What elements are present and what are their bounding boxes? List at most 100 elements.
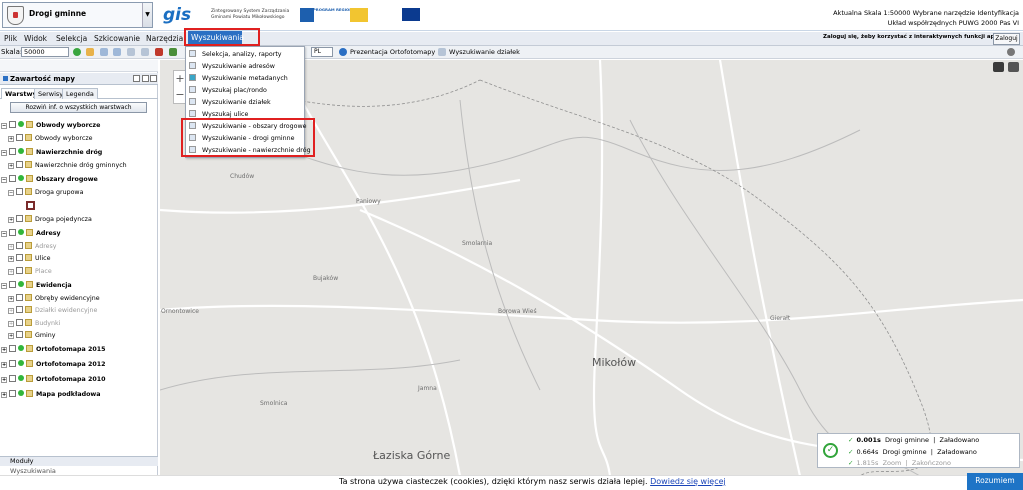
bookmark-icon[interactable] bbox=[155, 48, 163, 56]
layer-label: Ortofotomapa 2015 bbox=[36, 346, 106, 353]
status-row: ✓ 1.815s Zoom | Zakończono bbox=[848, 459, 951, 467]
load-status-panel: ✓ ✓ 0.001s Drogi gminne | Załadowano ✓ 0.6… bbox=[817, 433, 1020, 468]
search-map-icon[interactable] bbox=[1008, 62, 1019, 72]
expand-all-button[interactable]: Rozwiń inf. o wszystkich warstwach bbox=[10, 102, 147, 113]
previous-extent-icon[interactable] bbox=[141, 48, 149, 56]
cookie-accept-button[interactable]: Rozumiem bbox=[967, 473, 1023, 490]
layer-label: Droga pojedyncza bbox=[35, 216, 92, 223]
layer-label: Place bbox=[35, 268, 52, 275]
panel-strip bbox=[0, 60, 158, 72]
layer-icon bbox=[25, 242, 32, 249]
layer-icon bbox=[25, 306, 32, 313]
layer-addresses[interactable]: + Adresy bbox=[8, 242, 57, 252]
minimize-icon[interactable] bbox=[142, 75, 149, 82]
layer-label: Działki ewidencyjne bbox=[35, 307, 98, 314]
chevron-down-icon[interactable]: ▼ bbox=[142, 3, 152, 27]
settings-icon[interactable] bbox=[1007, 48, 1015, 56]
layer-icon bbox=[25, 319, 32, 326]
layer-icon[interactable] bbox=[169, 48, 177, 56]
parcel-search-button[interactable]: Wyszukiwanie działek bbox=[449, 48, 520, 56]
layer-single-road[interactable]: + Droga pojedyncza bbox=[8, 215, 92, 225]
layer-ortho-2015[interactable]: + Ortofotomapa 2015 bbox=[1, 345, 105, 355]
status-time: 0.664s bbox=[856, 448, 879, 456]
cookie-message: Ta strona używa ciasteczek (cookies), dz… bbox=[339, 477, 726, 486]
zoom-in-icon[interactable] bbox=[100, 48, 108, 56]
layer-ortho-2012[interactable]: + Ortofotomapa 2012 bbox=[1, 360, 105, 370]
dropdown-item-parcels[interactable]: Wyszukiwanie działek bbox=[189, 98, 271, 108]
layer-label: Nawierzchnie dróg bbox=[36, 149, 103, 156]
layer-ortho-2010[interactable]: + Ortofotomapa 2010 bbox=[1, 375, 105, 385]
dropdown-item-selection[interactable]: Selekcja, analizy, raporty bbox=[189, 50, 282, 60]
map-label-chudow: Chudów bbox=[230, 173, 255, 180]
layer-squares[interactable]: + Place bbox=[8, 267, 52, 277]
layer-electoral[interactable]: + Obwody wyborcze bbox=[8, 134, 93, 144]
layer-label: Obwody wyborcze bbox=[36, 122, 101, 129]
scale-input[interactable]: 50000 bbox=[21, 47, 69, 57]
globe-icon bbox=[339, 48, 347, 56]
program-logo-icon bbox=[300, 8, 314, 22]
layer-basemap[interactable]: + Mapa podkładowa bbox=[1, 390, 100, 400]
layer-buildings[interactable]: + Budynki bbox=[8, 319, 60, 329]
map-label-jamna: Jamna bbox=[418, 385, 437, 392]
current-scale-info: Aktualna Skala 1:50000 Wybrane narzędzie… bbox=[833, 9, 1019, 17]
street-icon bbox=[189, 110, 196, 117]
layer-group-road-surfaces[interactable]: − Nawierzchnie dróg bbox=[1, 148, 102, 158]
comment-icon[interactable] bbox=[993, 62, 1004, 72]
layer-municipalities[interactable]: + Gminy bbox=[8, 331, 55, 341]
logo-subtitle: Zintegrowany System Zarządzania Gminami … bbox=[211, 9, 289, 21]
cookie-more-link[interactable]: Dowiedz się więcej bbox=[650, 477, 726, 486]
menu-sketching[interactable]: Szkicowanie bbox=[94, 34, 140, 43]
dropdown-item-square[interactable]: Wyszukaj plac/rondo bbox=[189, 86, 267, 96]
dropdown-item-label: Wyszukiwanie adresów bbox=[202, 63, 275, 70]
project-select[interactable]: Drogi gminne ▼ bbox=[2, 2, 153, 28]
zoom-extent-icon[interactable] bbox=[127, 48, 135, 56]
status-dot-icon bbox=[18, 121, 24, 127]
layer-group-road-areas[interactable]: − Obszary drogowe bbox=[1, 175, 98, 185]
dropdown-item-metadata[interactable]: Wyszukiwanie metadanych bbox=[189, 74, 288, 84]
dropdown-item-addresses[interactable]: Wyszukiwanie adresów bbox=[189, 62, 275, 72]
menu-view[interactable]: Widok bbox=[24, 34, 47, 43]
map-label-gieralt: Gierałt bbox=[770, 315, 791, 322]
layer-icon bbox=[25, 294, 32, 301]
login-button[interactable]: Zaloguj bbox=[993, 33, 1020, 45]
map-label-borowa-wies: Borowa Wieś bbox=[498, 308, 537, 315]
ortho-button[interactable]: Prezentacja Ortofotomapy bbox=[350, 48, 435, 56]
layer-group-road[interactable]: − Droga grupowa bbox=[8, 188, 83, 198]
status-time: 0.001s bbox=[856, 436, 881, 444]
search-panel-label[interactable]: Wyszukiwania bbox=[10, 467, 56, 475]
layer-icon bbox=[26, 229, 33, 236]
legend-swatch bbox=[26, 201, 35, 210]
menu-file[interactable]: Plik bbox=[4, 34, 17, 43]
map-label-smolarnia: Smolarnia bbox=[462, 240, 493, 247]
layer-parcels[interactable]: + Działki ewidencyjne bbox=[8, 306, 97, 316]
language-select[interactable]: PL bbox=[311, 47, 333, 57]
layer-icon bbox=[26, 148, 33, 155]
parcel-icon bbox=[438, 48, 446, 56]
close-icon[interactable] bbox=[150, 75, 157, 82]
refresh-icon[interactable] bbox=[73, 48, 81, 56]
layer-label: Nawierzchnie dróg gminnych bbox=[35, 162, 127, 169]
modules-label: Moduły bbox=[10, 457, 34, 465]
tab-legend[interactable]: Legenda bbox=[62, 88, 98, 99]
pan-hand-icon[interactable] bbox=[86, 48, 94, 56]
dropdown-item-label: Selekcja, analizy, raporty bbox=[202, 51, 282, 58]
layer-group-registry[interactable]: − Ewidencja bbox=[1, 281, 72, 291]
layer-icon bbox=[25, 331, 32, 338]
map-city-laziska-gorne: Łaziska Górne bbox=[373, 449, 451, 462]
layer-label: Ulice bbox=[35, 255, 51, 262]
layer-group-addresses[interactable]: − Adresy bbox=[1, 229, 61, 239]
metadata-icon bbox=[189, 74, 196, 81]
layer-icon bbox=[25, 161, 32, 168]
layer-registry-districts[interactable]: + Obręby ewidencyjne bbox=[8, 294, 100, 304]
map-contents-title: Zawartość mapy bbox=[10, 75, 75, 83]
menu-tools[interactable]: Narzędzia bbox=[146, 34, 183, 43]
menu-selection[interactable]: Selekcja bbox=[56, 34, 87, 43]
layer-road-surfaces[interactable]: + Nawierzchnie dróg gminnych bbox=[8, 161, 127, 171]
collapse-icon[interactable] bbox=[3, 76, 8, 81]
help-icon[interactable] bbox=[133, 75, 140, 82]
layer-streets[interactable]: + Ulice bbox=[8, 254, 50, 264]
layer-group-electoral[interactable]: − Obwody wyborcze bbox=[1, 121, 100, 131]
zoom-out-icon[interactable] bbox=[113, 48, 121, 56]
status-state: Załadowano bbox=[939, 436, 980, 444]
dropdown-item-label: Wyszukaj plac/rondo bbox=[202, 87, 267, 94]
